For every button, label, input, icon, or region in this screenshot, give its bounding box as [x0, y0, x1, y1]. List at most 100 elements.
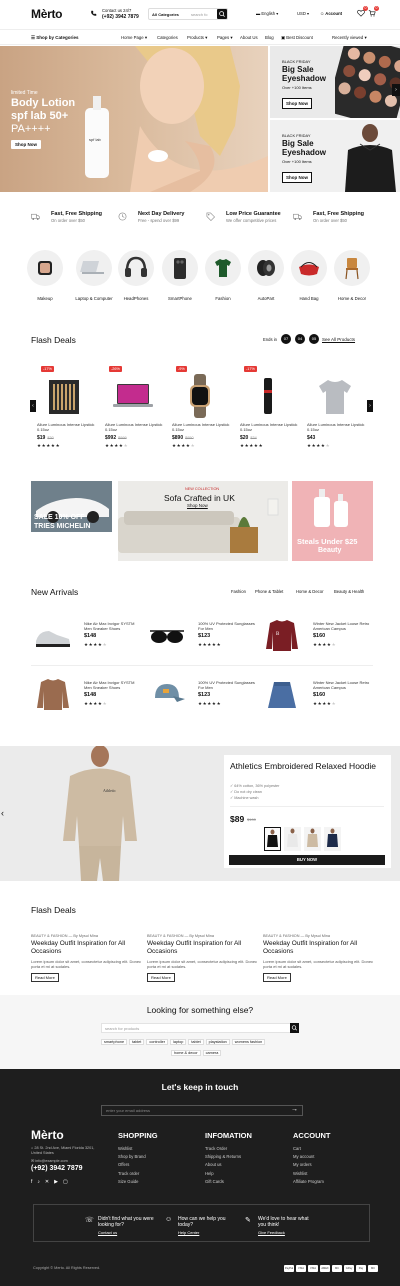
footer-link[interactable]: Cart: [293, 1145, 331, 1153]
search-tag[interactable]: tablet: [188, 1039, 204, 1045]
newsletter-input[interactable]: enter your email address →: [101, 1105, 303, 1116]
arrivals-tab-beauty[interactable]: Beauty & Health: [334, 589, 364, 594]
color-swatch[interactable]: [284, 827, 301, 851]
nav-blog[interactable]: Blog: [265, 35, 274, 40]
product-card[interactable]: -9% Allure Luminous Intense Lipstick 0.1…: [166, 364, 231, 456]
nav-about[interactable]: About Us: [240, 35, 258, 40]
buy-now-button[interactable]: BUY NOW: [229, 855, 385, 865]
footer-link[interactable]: About us: [205, 1161, 252, 1169]
wishlist-button[interactable]: 0: [357, 6, 368, 17]
footer-link[interactable]: My account: [293, 1153, 331, 1161]
cart-button[interactable]: 0: [368, 6, 379, 17]
product-name[interactable]: Allure Luminous Intense Lipstick 0.15oz: [105, 422, 163, 432]
youtube-icon[interactable]: ▶: [54, 1179, 58, 1185]
product-name[interactable]: Allure Luminous Intense Lipstick 0.15oz: [240, 422, 298, 432]
footer-link[interactable]: Wishlist: [293, 1170, 331, 1178]
category-fashion[interactable]: Fashion: [203, 250, 243, 302]
footer-link[interactable]: Gift Cards: [205, 1178, 252, 1186]
footer-link[interactable]: Offers: [118, 1161, 158, 1169]
search-tag[interactable]: laptop: [169, 1039, 187, 1045]
category-laptop[interactable]: Laptop & Computer: [74, 250, 114, 302]
blog-card[interactable]: BEAUTY & FASHION — By Mysul Mina Weekday…: [31, 930, 143, 982]
promo-eyeshadow-2[interactable]: BLACK FRIDAY Big Sale Eyeshadow Over +10…: [270, 120, 400, 192]
blog-card[interactable]: BEAUTY & FASHION — By Mysul Mina Weekday…: [263, 930, 375, 982]
help-link[interactable]: Contact us: [98, 1230, 117, 1235]
promo-shop-now-button[interactable]: Shop Now: [282, 98, 312, 109]
footer-link[interactable]: Track order: [118, 1170, 158, 1178]
product-card[interactable]: -17% Allure Luminous Intense Lipstick 0.…: [234, 364, 299, 456]
read-more-button[interactable]: Read More: [31, 973, 59, 982]
arrivals-tab-fashion[interactable]: Fashion: [231, 589, 246, 594]
facebook-icon[interactable]: f: [31, 1179, 32, 1185]
search-button[interactable]: [217, 9, 227, 19]
banner-tires[interactable]: SALE 10% OFF TRIES MICHELIN: [31, 481, 112, 532]
arrival-item[interactable]: B Winter New Jacket Loose Retro American…: [260, 617, 373, 653]
nav-recently-viewed[interactable]: Recently viewed ▾: [332, 35, 367, 41]
blog-title[interactable]: Weekday Outfit Inspiration for All Occas…: [147, 940, 259, 956]
flash-next-arrow[interactable]: ›: [367, 400, 373, 412]
account-link[interactable]: ☺ Account: [320, 11, 342, 16]
arrow-right-icon[interactable]: →: [291, 1106, 298, 1113]
nav-home[interactable]: Home Page ▾: [121, 35, 147, 41]
footer-link[interactable]: Affiliate Program: [293, 1178, 331, 1186]
footer-link[interactable]: Size Guide: [118, 1178, 158, 1186]
read-more-button[interactable]: Read More: [263, 973, 291, 982]
category-smartphone[interactable]: SmartPhone: [160, 250, 200, 302]
search-tag[interactable]: smartphone: [101, 1039, 128, 1045]
product-name[interactable]: Allure Luminous Intense Lipstick 0.15oz: [172, 422, 230, 432]
color-swatch-selected[interactable]: [264, 827, 281, 851]
arrival-item[interactable]: Nike Air Max Invigor SYSTM Men Sneaker S…: [31, 676, 144, 712]
product-card[interactable]: -26% Allure Luminous Intense Lipstick 0.…: [99, 364, 164, 456]
nav-categories[interactable]: Categories: [157, 35, 178, 40]
carousel-next-arrow[interactable]: ›: [392, 84, 400, 96]
search-tag[interactable]: controller: [146, 1039, 168, 1045]
category-handbag[interactable]: Hand Bag: [289, 250, 329, 302]
color-swatch[interactable]: [304, 827, 321, 851]
product-card[interactable]: Allure Luminous Intense Lipstick 0.15oz …: [301, 364, 366, 456]
header-search[interactable]: All Categories search fo: [148, 8, 228, 20]
site-logo[interactable]: Mèrto: [31, 7, 62, 21]
banner-beauty[interactable]: Steals Under $25 Beauty: [292, 481, 373, 561]
blog-card[interactable]: BEAUTY & FASHION — By Mysul Mina Weekday…: [147, 930, 259, 982]
search-tag[interactable]: camera: [202, 1050, 222, 1056]
product-name[interactable]: Allure Luminous Intense Lipstick 0.15oz: [37, 422, 95, 432]
nav-pages[interactable]: Pages ▾: [217, 35, 233, 41]
footer-link[interactable]: Shipping & Returns: [205, 1153, 252, 1161]
category-home-decor[interactable]: Home & Decor: [332, 250, 372, 302]
arrival-item[interactable]: Winter New Jacket Loose Retro American C…: [260, 676, 373, 712]
language-select[interactable]: ▬ English ▾: [256, 11, 278, 16]
footer-link[interactable]: Track Order: [205, 1145, 252, 1153]
arrival-item[interactable]: Nike Air Max Invigor SYSTM Men Sneaker S…: [31, 617, 144, 653]
footer-link[interactable]: My orders: [293, 1161, 331, 1169]
category-headphones[interactable]: HeadPhones: [116, 250, 156, 302]
search-tag[interactable]: tablet: [129, 1039, 145, 1045]
category-autopart[interactable]: AutoPart: [246, 250, 286, 302]
footer-phone[interactable]: (+92) 3942 7879: [31, 1165, 83, 1172]
arrival-item[interactable]: 100% UV Protected Sunglasses For Men $12…: [145, 676, 258, 712]
color-swatch[interactable]: [324, 827, 341, 851]
contact-phone[interactable]: (+92) 3942 7879: [102, 14, 139, 20]
arrivals-tab-phone[interactable]: Phone & Tablet: [255, 589, 283, 594]
footer-link[interactable]: Shop by Brand: [118, 1153, 158, 1161]
see-all-products-link[interactable]: See All Products: [322, 337, 355, 342]
blog-title[interactable]: Weekday Outfit Inspiration for All Occas…: [263, 940, 375, 956]
shop-by-categories-button[interactable]: ☰ Shop by Categories: [31, 35, 79, 41]
blog-title[interactable]: Weekday Outfit Inspiration for All Occas…: [31, 940, 143, 956]
tiktok-icon[interactable]: ♪: [37, 1179, 40, 1185]
footer-logo[interactable]: Mèrto: [31, 1128, 64, 1142]
product-name[interactable]: Allure Luminous Intense Lipstick 0.15oz: [307, 422, 365, 432]
banner-sofa[interactable]: NEW COLLECTION Sofa Crafted in UK Shop N…: [118, 481, 288, 561]
footer-email[interactable]: ✉ info@example.com: [31, 1158, 68, 1163]
search-tag[interactable]: womens fashion: [231, 1039, 266, 1045]
promo-eyeshadow[interactable]: BLACK FRIDAY Big Sale Eyeshadow Over +10…: [270, 46, 400, 118]
product-card[interactable]: -17% Allure Luminous Intense Lipstick 0.…: [31, 364, 96, 456]
square-social-icon[interactable]: ▢: [63, 1179, 68, 1185]
banner-shop-now-link[interactable]: Shop Now: [187, 503, 208, 508]
read-more-button[interactable]: Read More: [147, 973, 175, 982]
help-link[interactable]: Give Feedback: [258, 1230, 285, 1235]
hero-shop-now-button[interactable]: Shop Now: [11, 140, 41, 149]
arrival-item[interactable]: 100% UV Protected Sunglasses For Men $12…: [145, 617, 258, 653]
arrivals-tab-home[interactable]: Home & Decor: [296, 589, 323, 594]
featured-prev-arrow[interactable]: ‹: [1, 808, 4, 818]
footer-link[interactable]: Help: [205, 1170, 252, 1178]
